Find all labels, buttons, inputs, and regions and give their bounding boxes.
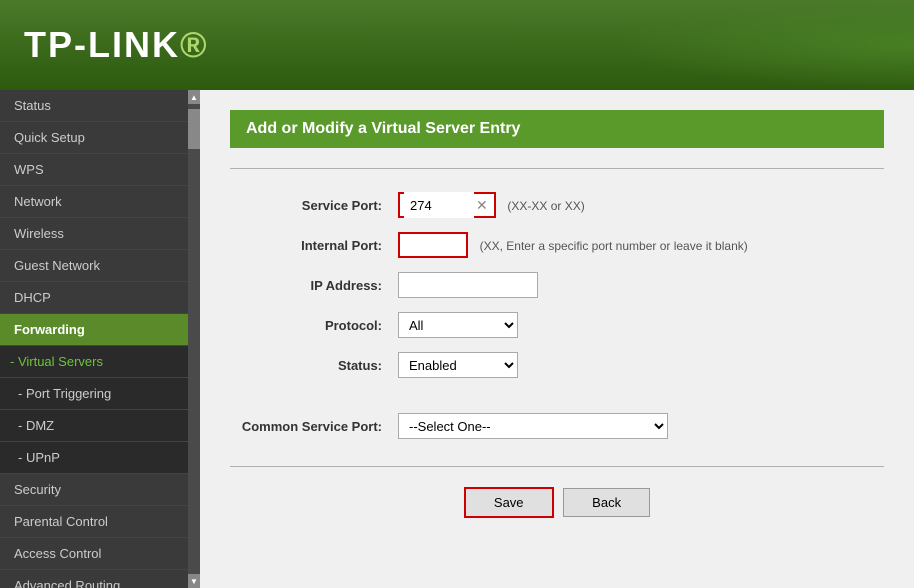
- sidebar-item-security[interactable]: Security: [0, 474, 188, 506]
- sidebar-item-upnp[interactable]: - UPnP: [0, 442, 188, 474]
- sidebar-inner: Status Quick Setup WPS Network Wireless …: [0, 90, 188, 588]
- service-port-field: ✕ (XX-XX or XX): [390, 185, 884, 225]
- logo: TP-LINK®: [24, 24, 209, 66]
- back-button[interactable]: Back: [563, 488, 650, 517]
- internal-port-row: Internal Port: (XX, Enter a specific por…: [230, 225, 884, 265]
- sidebar-item-network[interactable]: Network: [0, 186, 188, 218]
- spacer-row: [230, 385, 884, 399]
- sidebar-item-dmz[interactable]: - DMZ: [0, 410, 188, 442]
- ip-address-row: IP Address:: [230, 265, 884, 305]
- scroll-track: [188, 104, 200, 574]
- form-table: Service Port: ✕ (XX-XX or XX) Internal P…: [230, 185, 884, 446]
- protocol-label: Protocol:: [230, 305, 390, 345]
- content-area: Add or Modify a Virtual Server Entry Ser…: [200, 90, 914, 588]
- bottom-divider: [230, 466, 884, 467]
- scroll-up-btn[interactable]: ▲: [188, 90, 200, 104]
- sidebar: Status Quick Setup WPS Network Wireless …: [0, 90, 200, 588]
- internal-port-label: Internal Port:: [230, 225, 390, 265]
- protocol-row: Protocol: All TCP UDP TCP/UDP: [230, 305, 884, 345]
- sidebar-item-access-control[interactable]: Access Control: [0, 538, 188, 570]
- ip-address-field: [390, 265, 884, 305]
- main-layout: Status Quick Setup WPS Network Wireless …: [0, 90, 914, 588]
- internal-port-field: (XX, Enter a specific port number or lea…: [390, 225, 884, 265]
- header: TP-LINK®: [0, 0, 914, 90]
- internal-port-hint: (XX, Enter a specific port number or lea…: [480, 239, 748, 253]
- common-service-port-row: Common Service Port: --Select One-- HTTP…: [230, 399, 884, 446]
- status-row: Status: Enabled Disabled: [230, 345, 884, 385]
- top-divider: [230, 168, 884, 169]
- sidebar-item-virtual-servers[interactable]: - Virtual Servers: [0, 346, 188, 378]
- service-port-row: Service Port: ✕ (XX-XX or XX): [230, 185, 884, 225]
- logo-suffix: ®: [180, 24, 209, 65]
- logo-text: TP-LINK: [24, 24, 180, 65]
- content-inner: Add or Modify a Virtual Server Entry Ser…: [200, 90, 914, 538]
- sidebar-item-forwarding[interactable]: Forwarding: [0, 314, 188, 346]
- common-service-port-label: Common Service Port:: [230, 399, 390, 446]
- sidebar-item-parental-control[interactable]: Parental Control: [0, 506, 188, 538]
- scrollbar[interactable]: ▲ ▼: [188, 90, 200, 588]
- common-service-port-select[interactable]: --Select One-- HTTP FTP HTTPS SMTP DNS T…: [398, 413, 668, 439]
- service-port-clear-btn[interactable]: ✕: [474, 198, 490, 212]
- sidebar-item-status[interactable]: Status: [0, 90, 188, 122]
- service-port-hint: (XX-XX or XX): [507, 199, 584, 213]
- common-service-port-field: --Select One-- HTTP FTP HTTPS SMTP DNS T…: [390, 399, 884, 446]
- protocol-select[interactable]: All TCP UDP TCP/UDP: [398, 312, 518, 338]
- service-port-input[interactable]: [404, 192, 474, 218]
- sidebar-item-quick-setup[interactable]: Quick Setup: [0, 122, 188, 154]
- button-row: Save Back: [230, 487, 884, 518]
- ip-address-label: IP Address:: [230, 265, 390, 305]
- ip-address-input[interactable]: [398, 272, 538, 298]
- sidebar-item-wireless[interactable]: Wireless: [0, 218, 188, 250]
- status-select[interactable]: Enabled Disabled: [398, 352, 518, 378]
- service-port-input-wrapper: ✕: [398, 192, 496, 218]
- sidebar-item-guest-network[interactable]: Guest Network: [0, 250, 188, 282]
- sidebar-item-dhcp[interactable]: DHCP: [0, 282, 188, 314]
- section-title: Add or Modify a Virtual Server Entry: [230, 110, 884, 148]
- service-port-label: Service Port:: [230, 185, 390, 225]
- sidebar-item-advanced-routing[interactable]: Advanced Routing: [0, 570, 188, 588]
- scroll-thumb[interactable]: [188, 109, 200, 149]
- internal-port-input[interactable]: [398, 232, 468, 258]
- sidebar-item-port-triggering[interactable]: - Port Triggering: [0, 378, 188, 410]
- scroll-down-btn[interactable]: ▼: [188, 574, 200, 588]
- status-field: Enabled Disabled: [390, 345, 884, 385]
- protocol-field: All TCP UDP TCP/UDP: [390, 305, 884, 345]
- save-button[interactable]: Save: [464, 487, 554, 518]
- sidebar-item-wps[interactable]: WPS: [0, 154, 188, 186]
- status-label: Status:: [230, 345, 390, 385]
